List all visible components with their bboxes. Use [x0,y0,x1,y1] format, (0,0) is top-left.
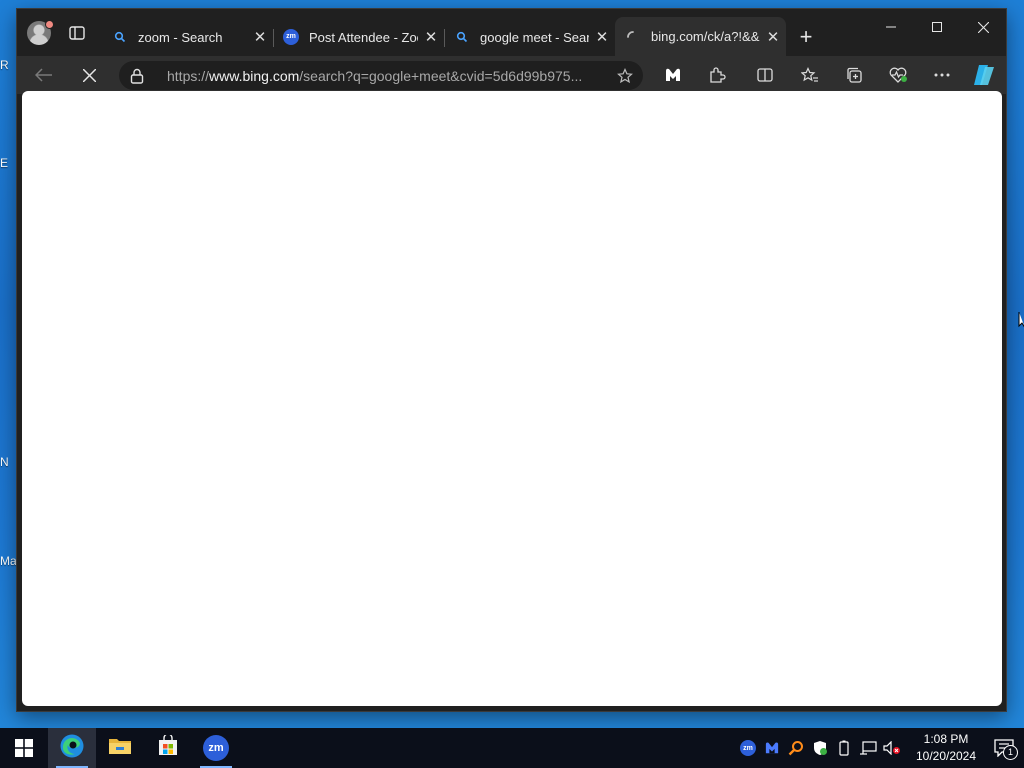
zoom-icon: zm [203,735,229,761]
malwarebytes-extension-icon[interactable] [655,56,691,94]
window-controls [868,9,1006,45]
tab-title: Post Attendee - Zoom [309,29,418,45]
tab-post-attendee-zoom[interactable]: zm Post Attendee - Zoom ✕ [273,20,444,54]
notification-center-button[interactable]: 1 [984,739,1024,760]
back-button[interactable] [26,56,62,94]
tab-title: google meet - Search [480,29,589,45]
taskbar-clock[interactable]: 1:08 PM 10/20/2024 [908,731,984,765]
taskbar: zm zm 1:08 PM 10/20/2024 1 [0,728,1024,768]
stop-loading-button[interactable] [71,56,107,94]
notification-count-badge: 1 [1003,745,1018,760]
taskbar-edge[interactable] [48,728,96,768]
zoom-tray-icon[interactable]: zm [736,728,760,768]
maximize-button[interactable] [914,9,960,45]
close-icon[interactable]: ✕ [760,28,786,46]
browser-essentials-icon[interactable] [880,56,916,94]
malwarebytes-tray-icon[interactable] [760,728,784,768]
tab-actions-icon[interactable] [67,23,87,43]
minimize-button[interactable] [868,9,914,45]
address-bar[interactable]: https://www.bing.com/search?q=google+mee… [119,61,643,90]
volume-muted-icon[interactable] [880,728,904,768]
system-tray: zm 1:08 PM 10/20/2024 1 [736,728,1024,768]
clock-time: 1:08 PM [923,732,969,746]
tab-title: zoom - Search [138,29,223,45]
favorites-icon[interactable] [792,56,828,94]
zoom-icon: zm [283,29,299,45]
search-icon [454,29,470,45]
tab-strip: zoom - Search ✕ zm Post Attendee - Zoom … [102,17,826,56]
taskbar-file-explorer[interactable] [96,728,144,768]
tab-zoom-search[interactable]: zoom - Search ✕ [102,20,273,54]
clock-date: 10/20/2024 [915,749,977,763]
notification-icon: 1 [994,739,1018,760]
mouse-cursor-icon [1018,311,1024,334]
edge-icon [59,733,85,764]
loading-icon [625,29,641,45]
search-icon [112,29,128,45]
tab-google-meet-search[interactable]: google meet - Search ✕ [444,20,615,54]
taskbar-store[interactable] [144,728,192,768]
favorite-star-icon[interactable] [607,67,643,84]
browser-titlebar: zoom - Search ✕ zm Post Attendee - Zoom … [17,9,1006,56]
close-icon[interactable]: ✕ [589,28,615,46]
lock-icon[interactable] [119,68,155,84]
folder-icon [108,736,132,761]
search-tool-tray-icon[interactable] [784,728,808,768]
browser-toolbar: https://www.bing.com/search?q=google+mee… [17,56,1006,94]
store-icon [157,732,179,762]
copilot-icon[interactable] [966,56,1002,94]
close-window-button[interactable] [960,9,1006,45]
collections-icon[interactable] [836,56,872,94]
taskbar-zoom[interactable]: zm [192,728,240,768]
tab-bing-redirect[interactable]: bing.com/ck/a?!&&p ✕ [615,17,786,56]
browser-window: zoom - Search ✕ zm Post Attendee - Zoom … [17,9,1006,711]
close-icon[interactable]: ✕ [418,28,444,46]
start-button[interactable] [0,728,48,768]
close-icon[interactable]: ✕ [247,28,273,46]
split-screen-icon[interactable] [747,56,783,94]
profile-notification-dot [45,20,54,29]
new-tab-button[interactable]: + [786,20,826,54]
url-text[interactable]: https://www.bing.com/search?q=google+mee… [155,68,607,84]
more-options-icon[interactable] [924,56,960,94]
page-viewport[interactable] [22,91,1002,706]
security-shield-icon[interactable] [808,728,832,768]
extensions-icon[interactable] [699,56,735,94]
battery-icon[interactable] [832,728,856,768]
network-icon[interactable] [856,728,880,768]
tab-title: bing.com/ck/a?!&&p [651,29,760,44]
